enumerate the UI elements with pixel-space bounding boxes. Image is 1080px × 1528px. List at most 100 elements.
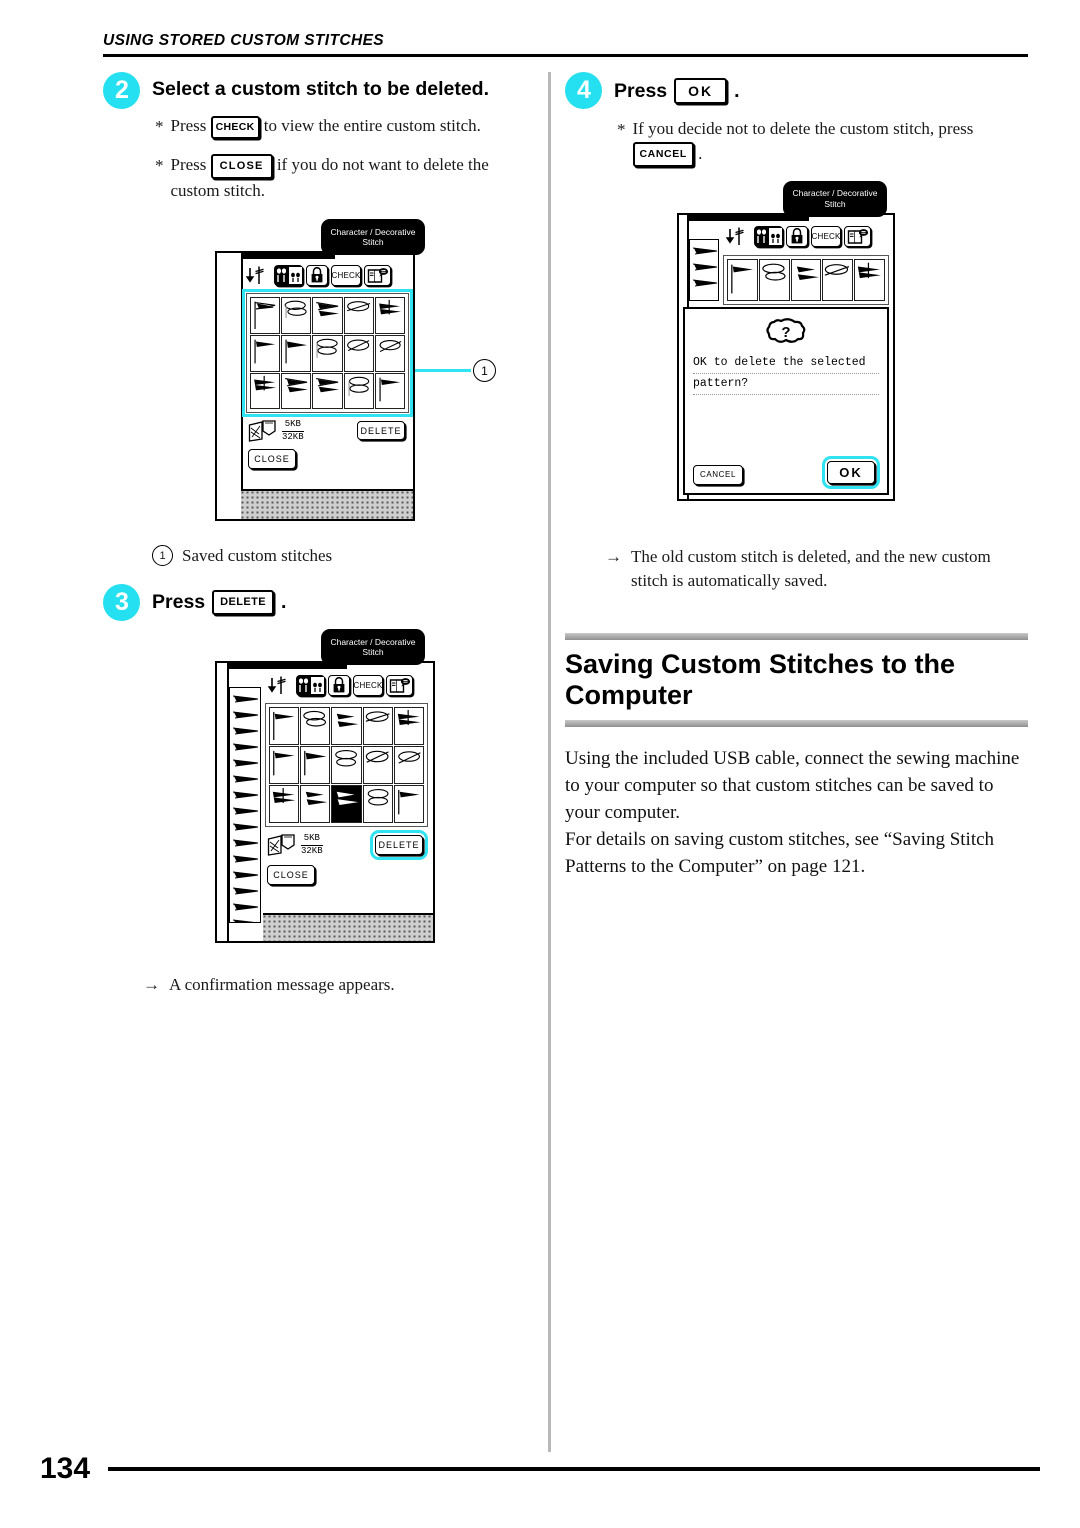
needle-position-icon[interactable]	[725, 226, 751, 248]
stitch-cell-selected[interactable]	[331, 785, 362, 824]
stitch-grid-cells	[727, 258, 885, 301]
lcd-texture-strip	[241, 489, 413, 520]
stitch-cell[interactable]	[393, 785, 424, 824]
stitch-side-strip[interactable]	[689, 238, 719, 301]
step-3-result-text: A confirmation message appears.	[169, 975, 395, 995]
manual-guide-icon[interactable]	[386, 674, 413, 696]
memory-fraction: 5KB 32KB	[282, 419, 304, 442]
stitch-cell[interactable]	[312, 297, 343, 334]
close-button[interactable]: CLOSE	[267, 865, 315, 886]
question-mark-icon: ?	[766, 318, 806, 353]
stitch-cell[interactable]	[250, 372, 281, 410]
manual-guide-icon[interactable]	[364, 264, 391, 286]
needle-position-icon[interactable]	[245, 264, 271, 286]
delete-button[interactable]: DELETE	[357, 421, 405, 441]
stitch-cell[interactable]	[758, 258, 790, 301]
memory-total: 32KB	[301, 845, 323, 856]
stitch-cell[interactable]	[727, 258, 758, 301]
stitch-cell[interactable]	[312, 334, 343, 372]
delete-button[interactable]: DELETE	[370, 830, 428, 861]
lcd-tab-line1: Character / Decorative	[330, 636, 416, 647]
stitch-cell[interactable]	[281, 334, 312, 372]
stitch-cell[interactable]	[343, 334, 374, 372]
left-column: 2 Select a custom stitch to be deleted. …	[103, 72, 533, 997]
saved-stitches-grid[interactable]	[242, 289, 413, 418]
stitch-cell[interactable]	[343, 372, 374, 410]
step-4-result-text: The old custom stitch is deleted, and th…	[631, 546, 991, 590]
cancel-keycap[interactable]: CANCEL	[632, 142, 694, 167]
stitch-cell[interactable]	[281, 297, 312, 334]
check-button[interactable]: CHECK	[331, 264, 361, 286]
saved-stitches-grid[interactable]	[265, 703, 428, 828]
dialog-ok-button[interactable]: OK	[822, 455, 880, 489]
stitch-cell[interactable]	[362, 785, 393, 824]
stitch-cell[interactable]	[393, 707, 424, 746]
twin-needle-icon[interactable]	[754, 226, 783, 248]
stitch-cell[interactable]	[822, 258, 854, 301]
stitch-cell[interactable]	[300, 746, 331, 785]
callout-legend-text: Saved custom stitches	[182, 545, 333, 565]
stitch-cell[interactable]	[331, 707, 362, 746]
stitch-cell[interactable]	[343, 297, 374, 334]
stitch-cell[interactable]	[374, 334, 405, 372]
ok-keycap[interactable]: OK	[674, 78, 728, 104]
stitch-cell[interactable]	[281, 372, 312, 410]
saved-stitches-grid[interactable]	[723, 254, 889, 305]
page-footer: 134	[40, 1452, 1040, 1486]
footer-rule	[108, 1467, 1040, 1471]
running-head: USING STORED CUSTOM STITCHES	[103, 32, 1028, 57]
stitch-side-strip[interactable]	[229, 687, 261, 924]
lcd-screenshot-step4: Character / Decorative Stitch CHECK ? OK…	[565, 180, 1028, 531]
lcd-toolbar: CHECK	[245, 264, 391, 286]
step-2-note-1: * Press CHECK to view the entire custom …	[155, 114, 533, 140]
lcd-left-gutter	[217, 253, 243, 520]
lock-icon[interactable]	[306, 264, 328, 286]
step-3-result: → A confirmation message appears.	[143, 973, 533, 997]
stitch-grid-cells	[269, 707, 424, 824]
step-4-note: * If you decide not to delete the custom…	[617, 117, 1028, 167]
delete-keycap[interactable]: DELETE	[212, 590, 274, 616]
close-button[interactable]: CLOSE	[248, 449, 296, 470]
stitch-cell[interactable]	[374, 297, 405, 334]
stitch-cell[interactable]	[300, 707, 331, 746]
twin-needle-icon[interactable]	[274, 264, 303, 286]
note-pre-text: Press	[170, 116, 207, 136]
stitch-cell[interactable]	[300, 785, 331, 824]
lock-icon[interactable]	[328, 674, 350, 696]
stitch-cell[interactable]	[250, 334, 281, 372]
stitch-cell[interactable]	[393, 746, 424, 785]
stitch-cell[interactable]	[269, 707, 300, 746]
stitch-cell[interactable]	[269, 746, 300, 785]
section-paragraph-1: Using the included USB cable, connect th…	[565, 748, 1020, 824]
callout-marker-icon: 1	[152, 545, 173, 567]
step-4-title: Press OK .	[614, 72, 1028, 104]
check-button[interactable]: CHECK	[811, 226, 841, 248]
note-pre-text: Press	[170, 155, 207, 175]
needle-position-icon[interactable]	[267, 674, 293, 696]
dialog-message-line1: OK to delete the selected	[693, 353, 879, 374]
check-button[interactable]: CHECK	[353, 674, 383, 696]
memory-used: 5KB	[301, 833, 323, 846]
right-column: 4 Press OK . * If you decide not to dele…	[565, 72, 1028, 881]
step-2-note-2: * Press CLOSE if you do not want to dele…	[155, 153, 533, 203]
manual-guide-icon[interactable]	[844, 226, 871, 248]
stitch-cell[interactable]	[269, 785, 300, 824]
stitch-cell[interactable]	[331, 746, 362, 785]
stitch-cell[interactable]	[250, 297, 281, 334]
twin-needle-icon[interactable]	[296, 674, 325, 696]
lcd-left-gutter	[217, 663, 229, 942]
stitch-cell[interactable]	[312, 372, 343, 410]
stitch-cell[interactable]	[362, 707, 393, 746]
stitch-cell[interactable]	[362, 746, 393, 785]
stitch-cell[interactable]	[854, 258, 885, 301]
stitch-cell[interactable]	[374, 372, 405, 410]
close-keycap[interactable]: CLOSE	[210, 153, 273, 179]
arrow-glyph: →	[605, 546, 622, 566]
check-keycap[interactable]: CHECK	[210, 116, 260, 139]
dialog-cancel-button[interactable]: CANCEL	[693, 464, 743, 485]
bullet-star: *	[155, 156, 164, 176]
stitch-cell[interactable]	[790, 258, 822, 301]
lock-icon[interactable]	[786, 226, 808, 248]
section-heading-line2: Computer	[565, 680, 693, 711]
page-number: 134	[40, 1452, 91, 1485]
